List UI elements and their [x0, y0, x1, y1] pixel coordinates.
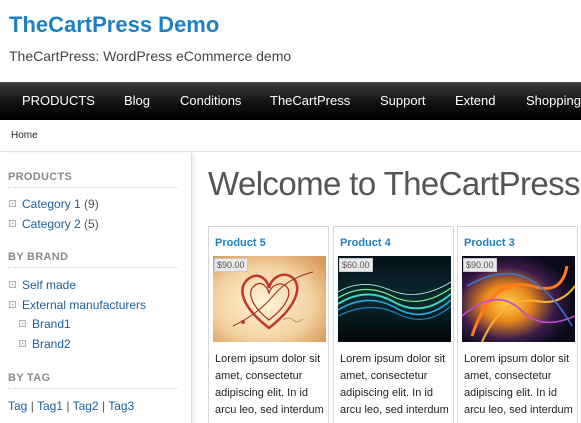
- tag-list: Tag | Tag1 | Tag2 | Tag3: [8, 399, 134, 413]
- breadcrumb: Home: [0, 120, 581, 152]
- divider: [8, 187, 178, 188]
- product-card: Product 5 $90.00 Lorem ipsum dolor sit a…: [208, 226, 329, 423]
- tag-separator: |: [66, 399, 70, 413]
- tag-separator: |: [30, 399, 34, 413]
- products-widget-title: PRODUCTS: [8, 171, 73, 183]
- category-2-link[interactable]: Category 2 (5): [22, 217, 99, 231]
- product-description: Lorem ipsum dolor sit amet, consectetur …: [215, 353, 324, 416]
- category-count: (9): [84, 197, 99, 211]
- brand-self-made-link[interactable]: Self made: [22, 278, 76, 292]
- nav-shopping[interactable]: Shopping: [526, 93, 581, 108]
- tag-link[interactable]: Tag1: [37, 399, 63, 413]
- product-title-link[interactable]: Product 3: [464, 237, 515, 249]
- site-description: TheCartPress: WordPress eCommerce demo: [9, 48, 292, 64]
- bullet-icon: [19, 340, 26, 347]
- price-badge: $60.00: [339, 258, 373, 272]
- nav-conditions[interactable]: Conditions: [180, 93, 241, 108]
- nav-blog[interactable]: Blog: [124, 93, 150, 108]
- product-card: Product 3 $90.00 Lorem ipsum dolor sit a…: [457, 226, 578, 423]
- nav-support[interactable]: Support: [380, 93, 426, 108]
- breadcrumb-home[interactable]: Home: [11, 130, 38, 141]
- product-title-link[interactable]: Product 4: [340, 237, 391, 249]
- bullet-icon: [9, 200, 16, 207]
- nav-extend[interactable]: Extend: [455, 93, 495, 108]
- category-1-link[interactable]: Category 1 (9): [22, 197, 99, 211]
- bullet-icon: [9, 301, 16, 308]
- category-count: (5): [84, 217, 99, 231]
- page-title: Welcome to TheCartPress: [208, 165, 581, 202]
- product-image[interactable]: $90.00: [213, 256, 326, 342]
- brand-2-link[interactable]: Brand2: [32, 337, 71, 351]
- brand-external-link[interactable]: External manufacturers: [22, 298, 146, 312]
- bullet-icon: [9, 220, 16, 227]
- price-badge: $90.00: [214, 258, 248, 272]
- brand-widget-title: BY BRAND: [8, 251, 69, 263]
- brand-1-link[interactable]: Brand1: [32, 317, 71, 331]
- site-title[interactable]: TheCartPress Demo: [9, 12, 219, 38]
- divider: [8, 388, 178, 389]
- product-description: Lorem ipsum dolor sit amet, consectetur …: [340, 353, 449, 416]
- sidebar: PRODUCTS Category 1 (9) Category 2 (5) B…: [0, 153, 192, 423]
- divider: [8, 267, 178, 268]
- bullet-icon: [9, 281, 16, 288]
- bullet-icon: [19, 320, 26, 327]
- tag-link[interactable]: Tag: [8, 399, 27, 413]
- product-title-link[interactable]: Product 5: [215, 237, 266, 249]
- tag-separator: |: [101, 399, 106, 413]
- tag-link[interactable]: Tag3: [108, 399, 134, 413]
- product-image[interactable]: $90.00: [462, 256, 575, 342]
- product-image[interactable]: $60.00: [338, 256, 451, 342]
- product-description: Lorem ipsum dolor sit amet, consectetur …: [464, 353, 573, 416]
- nav-products[interactable]: PRODUCTS: [22, 93, 95, 108]
- price-badge: $90.00: [463, 258, 497, 272]
- main-navigation: PRODUCTS Blog Conditions TheCartPress Su…: [0, 82, 581, 120]
- tag-link[interactable]: Tag2: [73, 399, 99, 413]
- category-label: Category 2: [22, 217, 81, 231]
- tag-widget-title: BY TAG: [8, 372, 51, 384]
- category-label: Category 1: [22, 197, 81, 211]
- product-card: Product 4 $60.00 Lorem ipsum dolor sit a…: [333, 226, 454, 423]
- nav-thecartpress[interactable]: TheCartPress: [270, 93, 350, 108]
